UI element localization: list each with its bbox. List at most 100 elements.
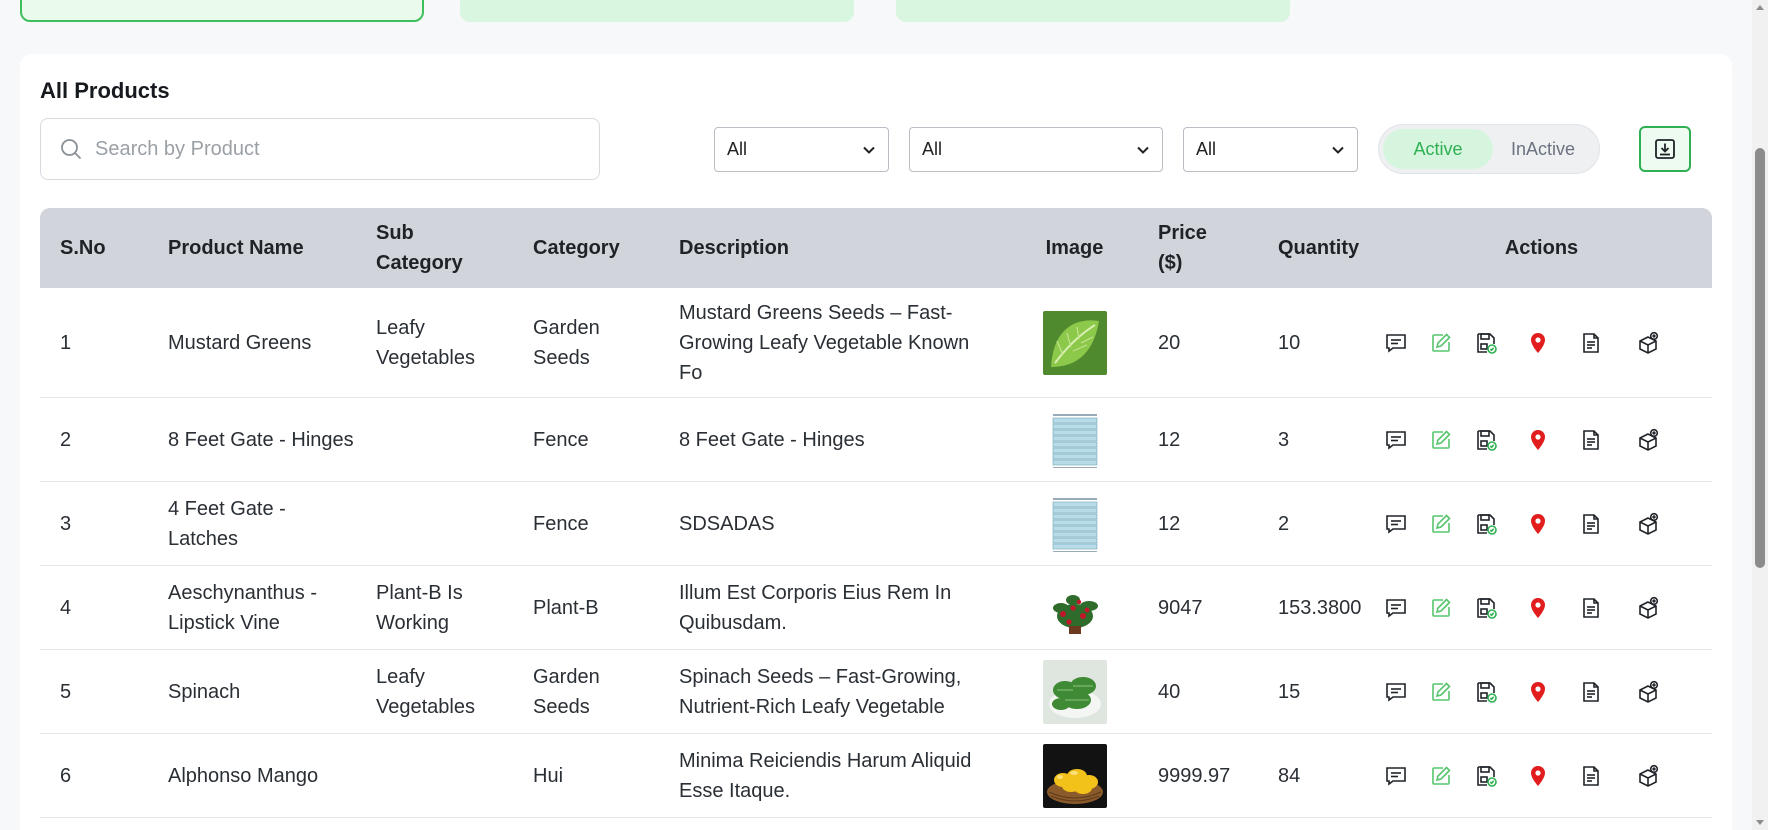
table-row[interactable]: 6 Alphonso Mango Hui Minima Reiciendis Haru… (40, 734, 1712, 818)
scrollbar-thumb[interactable] (1755, 148, 1765, 568)
box-add-icon[interactable] (1633, 509, 1663, 539)
header-category[interactable]: Category (513, 233, 659, 263)
cell-description: 8 Feet Gate - Hinges (679, 428, 865, 451)
cell-category: Plant-B (533, 596, 599, 619)
table-row[interactable]: 4 Aeschynanthus - Lipstick Vine Plant-B Is… (40, 566, 1712, 650)
table-header: S.No Product Name Sub Category Category … (40, 208, 1712, 288)
document-icon[interactable] (1576, 761, 1606, 791)
header-description[interactable]: Description (659, 233, 1011, 263)
save-check-icon[interactable] (1471, 677, 1501, 707)
cell-quantity: 3 (1278, 428, 1290, 451)
comment-icon[interactable] (1381, 328, 1411, 358)
location-pin-icon[interactable] (1523, 593, 1553, 623)
status-toggle: Active InActive (1378, 124, 1600, 174)
table-row[interactable]: 2 8 Feet Gate - Hinges Fence 8 Feet Gate - … (40, 398, 1712, 482)
cell-description: SDSADAS (679, 512, 775, 535)
box-add-icon[interactable] (1633, 677, 1663, 707)
header-sno[interactable]: S.No (40, 233, 148, 263)
cell-product-name: 4 Feet Gate - Latches (168, 497, 286, 550)
summary-cards (20, 0, 1520, 22)
header-price[interactable]: Price ($) (1138, 218, 1258, 278)
location-pin-icon[interactable] (1523, 328, 1553, 358)
status-inactive-option[interactable]: InActive (1493, 129, 1593, 169)
cell-actions (1371, 761, 1712, 791)
header-quantity[interactable]: Quantity (1258, 233, 1371, 263)
box-add-icon[interactable] (1633, 593, 1663, 623)
edit-icon[interactable] (1426, 761, 1456, 791)
cell-image (1011, 310, 1138, 375)
summary-card-selected[interactable] (20, 0, 424, 22)
box-add-icon[interactable] (1633, 328, 1663, 358)
edit-icon[interactable] (1426, 425, 1456, 455)
row-actions (1371, 509, 1712, 539)
location-pin-icon[interactable] (1523, 509, 1553, 539)
cell-actions (1371, 509, 1712, 539)
cell-image (1011, 491, 1138, 556)
table-body: 1 Mustard Greens Leafy Vegetables Garden Se… (40, 288, 1712, 818)
vertical-scrollbar[interactable] (1752, 0, 1768, 830)
edit-icon[interactable] (1426, 328, 1456, 358)
save-check-icon[interactable] (1471, 761, 1501, 791)
box-add-icon[interactable] (1633, 761, 1663, 791)
table-row[interactable]: 5 Spinach Leafy Vegetables Garden Seeds Spin… (40, 650, 1712, 734)
header-sub-category[interactable]: Sub Category (356, 218, 513, 278)
edit-icon[interactable] (1426, 509, 1456, 539)
cell-sno: 5 (60, 680, 72, 703)
edit-icon[interactable] (1426, 677, 1456, 707)
box-add-icon[interactable] (1633, 425, 1663, 455)
spinach-thumbnail (1042, 659, 1107, 724)
document-icon[interactable] (1576, 593, 1606, 623)
cell-description: Minima Reiciendis Harum Aliquid Esse Ita… (679, 749, 972, 802)
location-pin-icon[interactable] (1523, 425, 1553, 455)
comment-icon[interactable] (1381, 593, 1411, 623)
save-check-icon[interactable] (1471, 328, 1501, 358)
filter-select-1[interactable]: All (714, 127, 889, 172)
cell-actions (1371, 425, 1712, 455)
save-check-icon[interactable] (1471, 425, 1501, 455)
comment-icon[interactable] (1381, 761, 1411, 791)
header-product-name[interactable]: Product Name (148, 233, 356, 263)
scroll-down-arrow-icon[interactable] (1755, 818, 1765, 828)
cell-category: Fence (533, 428, 589, 451)
cell-category: Garden Seeds (533, 316, 600, 369)
summary-card[interactable] (460, 0, 854, 22)
document-icon[interactable] (1576, 425, 1606, 455)
search-box[interactable] (40, 118, 600, 180)
search-input[interactable] (95, 137, 575, 161)
cell-product-name: Aeschynanthus - Lipstick Vine (168, 581, 317, 634)
cell-product-name: Spinach (168, 680, 241, 703)
table-row[interactable]: 3 4 Feet Gate - Latches Fence SDSADAS 12 2 (40, 482, 1712, 566)
location-pin-icon[interactable] (1523, 677, 1553, 707)
cell-category: Fence (533, 512, 589, 535)
save-check-icon[interactable] (1471, 509, 1501, 539)
summary-card[interactable] (896, 0, 1290, 22)
location-pin-icon[interactable] (1523, 761, 1553, 791)
cell-image (1011, 407, 1138, 472)
cell-sub-category: Leafy Vegetables (376, 665, 475, 718)
filter-select-2[interactable]: All (909, 127, 1163, 172)
document-icon[interactable] (1576, 328, 1606, 358)
cell-category: Garden Seeds (533, 665, 600, 718)
comment-icon[interactable] (1381, 509, 1411, 539)
save-check-icon[interactable] (1471, 593, 1501, 623)
document-icon[interactable] (1576, 509, 1606, 539)
comment-icon[interactable] (1381, 425, 1411, 455)
header-actions: Actions (1504, 237, 1579, 259)
header-price-line2: ($) (1158, 252, 1183, 274)
table-row[interactable]: 1 Mustard Greens Leafy Vegetables Garden Se… (40, 288, 1712, 398)
cell-category: Hui (533, 764, 564, 787)
chevron-down-icon (863, 146, 875, 154)
document-icon[interactable] (1576, 677, 1606, 707)
cell-price: 40 (1158, 680, 1181, 703)
comment-icon[interactable] (1381, 677, 1411, 707)
status-active-option[interactable]: Active (1383, 129, 1493, 169)
cell-sno: 1 (60, 331, 72, 354)
cell-price: 9999.97 (1158, 764, 1231, 787)
scroll-up-arrow-icon[interactable] (1755, 2, 1765, 12)
download-button[interactable] (1639, 126, 1691, 172)
filter-select-3[interactable]: All (1183, 127, 1358, 172)
mustard-greens-thumbnail (1042, 310, 1107, 375)
products-panel: All Products All All All Active InActive… (20, 54, 1732, 830)
header-image: Image (1045, 237, 1104, 259)
edit-icon[interactable] (1426, 593, 1456, 623)
